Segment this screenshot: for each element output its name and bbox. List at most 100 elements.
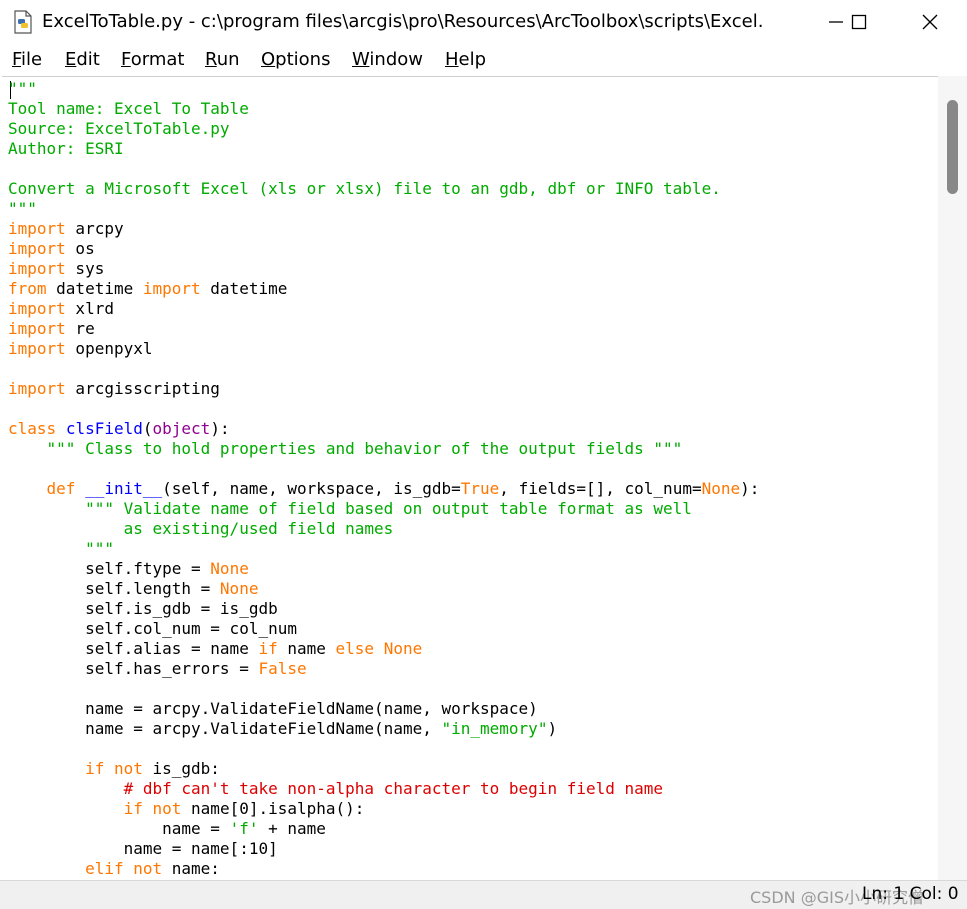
code-token: def bbox=[46, 479, 76, 498]
code-token: self.is_gdb = is_gdb bbox=[8, 599, 278, 618]
close-button[interactable] bbox=[907, 0, 953, 44]
code-token: name = arcpy.ValidateFieldName(name, bbox=[8, 719, 442, 738]
code-token: datetime bbox=[200, 279, 288, 298]
code-token: # dbf can't take non-alpha character to … bbox=[123, 779, 664, 798]
code-token: self.alias = name bbox=[8, 639, 259, 658]
code-token: not bbox=[133, 859, 163, 878]
code-token: """ bbox=[8, 79, 37, 98]
code-token: import bbox=[8, 319, 66, 338]
code-token: not bbox=[113, 759, 143, 778]
code-token: name = bbox=[8, 819, 230, 838]
code-token: None bbox=[210, 559, 249, 578]
code-line: import xlrd bbox=[8, 299, 114, 319]
code-token: if bbox=[258, 639, 278, 658]
code-token: as existing/used field names bbox=[8, 519, 394, 538]
code-token: Author: ESRI bbox=[8, 139, 124, 158]
menu-run[interactable]: Run bbox=[205, 49, 240, 70]
code-token: ( bbox=[142, 419, 153, 438]
code-token: name bbox=[277, 639, 336, 658]
code-line: import re bbox=[8, 319, 95, 339]
code-token: name = arcpy.ValidateFieldName(name, wor… bbox=[8, 699, 538, 718]
menu-edit[interactable]: Edit bbox=[65, 49, 100, 70]
code-token: if bbox=[123, 799, 143, 818]
code-line: self.col_num = col_num bbox=[8, 619, 297, 639]
code-token: False bbox=[258, 659, 307, 678]
code-token: name[0].isalpha(): bbox=[181, 799, 365, 818]
code-token: sys bbox=[65, 259, 105, 278]
python-file-icon bbox=[12, 10, 34, 34]
close-icon bbox=[922, 14, 938, 30]
code-token: import bbox=[142, 279, 201, 298]
code-token: openpyxl bbox=[65, 339, 153, 358]
menu-options[interactable]: Options bbox=[261, 49, 330, 70]
code-token: arcpy bbox=[65, 219, 124, 238]
code-line: Source: ExcelToTable.py bbox=[8, 119, 230, 139]
code-token: from bbox=[8, 279, 47, 298]
code-token: "in_memory" bbox=[441, 719, 548, 738]
code-token: xlrd bbox=[65, 299, 114, 318]
cursor-position: Ln: 1 Col: 0 bbox=[862, 884, 959, 904]
code-line: as existing/used field names bbox=[8, 519, 394, 539]
code-line: self.is_gdb = is_gdb bbox=[8, 599, 278, 619]
maximize-button[interactable] bbox=[836, 0, 882, 44]
code-token: (self, name, workspace, is_gdb= bbox=[162, 479, 461, 498]
code-line: self.has_errors = False bbox=[8, 659, 307, 679]
code-line: name = 'f' + name bbox=[8, 819, 326, 839]
window-title: ExcelToTable.py - c:\program files\arcgi… bbox=[42, 11, 762, 32]
code-token: 'f' bbox=[229, 819, 259, 838]
code-token: ): bbox=[740, 479, 760, 498]
code-token: re bbox=[65, 319, 95, 338]
code-line: """ bbox=[8, 199, 37, 219]
menu-file[interactable]: File bbox=[12, 49, 42, 70]
code-token: object bbox=[152, 419, 211, 438]
code-line: from datetime import datetime bbox=[8, 279, 287, 299]
scrollbar-thumb[interactable] bbox=[947, 100, 958, 194]
code-token: Tool name: Excel To Table bbox=[8, 99, 249, 118]
code-token: + name bbox=[258, 819, 326, 838]
code-token: """ bbox=[85, 539, 114, 558]
code-token: self.col_num = col_num bbox=[8, 619, 297, 638]
code-token: ) bbox=[547, 719, 558, 738]
code-token: clsField bbox=[65, 419, 143, 438]
code-line: import arcpy bbox=[8, 219, 124, 239]
menu-format[interactable]: Format bbox=[121, 49, 184, 70]
code-line: """ Class to hold properties and behavio… bbox=[8, 439, 683, 459]
code-token: else bbox=[335, 639, 375, 658]
code-token: os bbox=[65, 239, 95, 258]
code-line: def __init__(self, name, workspace, is_g… bbox=[8, 479, 760, 499]
code-line: import arcgisscripting bbox=[8, 379, 220, 399]
code-token: datetime bbox=[46, 279, 143, 298]
code-token: None bbox=[701, 479, 741, 498]
code-line: Author: ESRI bbox=[8, 139, 124, 159]
code-token: if bbox=[85, 759, 105, 778]
code-token: __init__ bbox=[85, 479, 163, 498]
code-token: name = name[:10] bbox=[8, 839, 278, 858]
maximize-icon bbox=[851, 14, 867, 30]
code-token: name: bbox=[162, 859, 220, 878]
vertical-scrollbar[interactable] bbox=[938, 76, 967, 880]
code-line: class clsField(object): bbox=[8, 419, 230, 439]
menu-window[interactable]: Window bbox=[352, 49, 423, 70]
code-token: elif bbox=[85, 859, 124, 878]
code-line: Tool name: Excel To Table bbox=[8, 99, 249, 119]
code-token: Convert a Microsoft Excel (xls or xlsx) … bbox=[8, 179, 721, 198]
menu-bar: File Edit Format Run Options Window Help bbox=[0, 44, 967, 76]
code-token: import bbox=[8, 239, 66, 258]
code-token: """ Class to hold properties and behavio… bbox=[46, 439, 683, 458]
menu-help[interactable]: Help bbox=[445, 49, 486, 70]
code-line: name = arcpy.ValidateFieldName(name, "in… bbox=[8, 719, 557, 739]
code-line: """ bbox=[8, 79, 37, 99]
code-editor[interactable]: """ Tool name: Excel To Table Source: Exce… bbox=[2, 76, 938, 881]
code-token: arcgisscripting bbox=[65, 379, 220, 398]
code-line: self.length = None bbox=[8, 579, 258, 599]
